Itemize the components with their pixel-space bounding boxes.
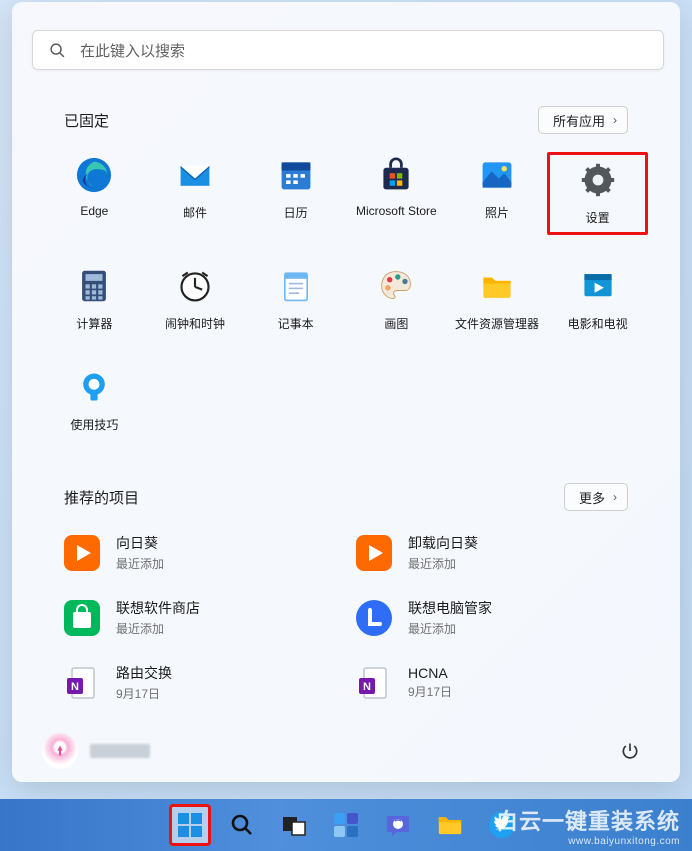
onenote-doc-icon: N (356, 665, 392, 701)
search-input[interactable]: 在此键入以搜索 (32, 30, 664, 70)
app-notepad[interactable]: 记事本 (245, 263, 346, 336)
taskbar-file-explorer[interactable] (429, 804, 471, 846)
clock-icon (176, 267, 214, 305)
app-photos[interactable]: 照片 (447, 152, 548, 235)
recommended-header: 推荐的项目 更多 › (64, 483, 628, 511)
mail-icon (176, 156, 214, 194)
task-view-button[interactable] (273, 804, 315, 846)
tips-icon (75, 368, 113, 406)
twitter-icon (488, 811, 516, 839)
app-calendar[interactable]: 日历 (245, 152, 346, 235)
search-icon (230, 813, 254, 837)
search-icon (49, 42, 66, 59)
power-button[interactable] (610, 731, 650, 771)
notepad-icon (277, 267, 315, 305)
app-edge[interactable]: Edge (44, 152, 145, 235)
ms-store-icon (377, 156, 415, 194)
app-microsoft-store[interactable]: Microsoft Store (346, 152, 447, 235)
rec-item-sunflower[interactable]: 向日葵 最近添加 (60, 529, 340, 576)
recommended-label: 推荐的项目 (64, 487, 139, 508)
rec-item-routing[interactable]: N 路由交换 9月17日 (60, 659, 340, 706)
folder-icon (478, 267, 516, 305)
user-account-button[interactable] (42, 733, 150, 769)
app-alarms-clock[interactable]: 闹钟和时钟 (145, 263, 246, 336)
taskbar-twitter[interactable] (481, 804, 523, 846)
search-placeholder: 在此键入以搜索 (80, 40, 185, 61)
edge-icon (75, 156, 113, 194)
more-button[interactable]: 更多 › (564, 483, 628, 511)
app-settings[interactable]: 设置 (547, 152, 648, 235)
pinned-apps-grid: Edge 邮件 日历 Microsoft Store 照片 (32, 152, 660, 437)
start-button[interactable] (169, 804, 211, 846)
app-calculator[interactable]: 计算器 (44, 263, 145, 336)
svg-text:N: N (363, 681, 371, 693)
chevron-right-icon: › (613, 113, 617, 127)
taskbar (0, 799, 692, 851)
paint-icon (377, 267, 415, 305)
avatar (42, 733, 78, 769)
app-paint[interactable]: 画图 (346, 263, 447, 336)
windows-icon (177, 812, 203, 838)
start-menu: 在此键入以搜索 已固定 所有应用 › Edge 邮件 日历 (12, 2, 680, 782)
start-footer (12, 720, 680, 782)
rec-item-hcna[interactable]: N HCNA 9月17日 (352, 659, 632, 706)
recommended-grid: 向日葵 最近添加 卸载向日葵 最近添加 联想软件商店 最近添加 (32, 529, 660, 706)
power-icon (620, 741, 640, 761)
widgets-icon (333, 812, 359, 838)
widgets-button[interactable] (325, 804, 367, 846)
chat-button[interactable] (377, 804, 419, 846)
app-file-explorer[interactable]: 文件资源管理器 (447, 263, 548, 336)
chevron-right-icon: › (613, 490, 617, 504)
calculator-icon (75, 267, 113, 305)
user-name-blurred (90, 744, 150, 758)
taskbar-search-button[interactable] (221, 804, 263, 846)
lenovo-l-icon (356, 600, 392, 636)
taskview-icon (282, 814, 306, 836)
pinned-header: 已固定 所有应用 › (64, 106, 628, 134)
svg-text:N: N (71, 681, 79, 693)
store-bag-icon (64, 600, 100, 636)
rec-item-uninstall-sunflower[interactable]: 卸载向日葵 最近添加 (352, 529, 632, 576)
rec-item-lenovo-pc-manager[interactable]: 联想电脑管家 最近添加 (352, 594, 632, 641)
folder-icon (436, 813, 464, 837)
chat-icon (385, 812, 411, 838)
movies-icon (579, 267, 617, 305)
app-mail[interactable]: 邮件 (145, 152, 246, 235)
all-apps-button[interactable]: 所有应用 › (538, 106, 628, 134)
sunflower-icon (64, 535, 100, 571)
photos-icon (478, 156, 516, 194)
rec-item-lenovo-store[interactable]: 联想软件商店 最近添加 (60, 594, 340, 641)
sunflower-icon (356, 535, 392, 571)
pinned-label: 已固定 (64, 110, 109, 131)
onenote-doc-icon: N (64, 665, 100, 701)
gear-icon (579, 161, 617, 199)
calendar-icon (277, 156, 315, 194)
app-movies-tv[interactable]: 电影和电视 (547, 263, 648, 336)
app-tips[interactable]: 使用技巧 (44, 364, 145, 437)
